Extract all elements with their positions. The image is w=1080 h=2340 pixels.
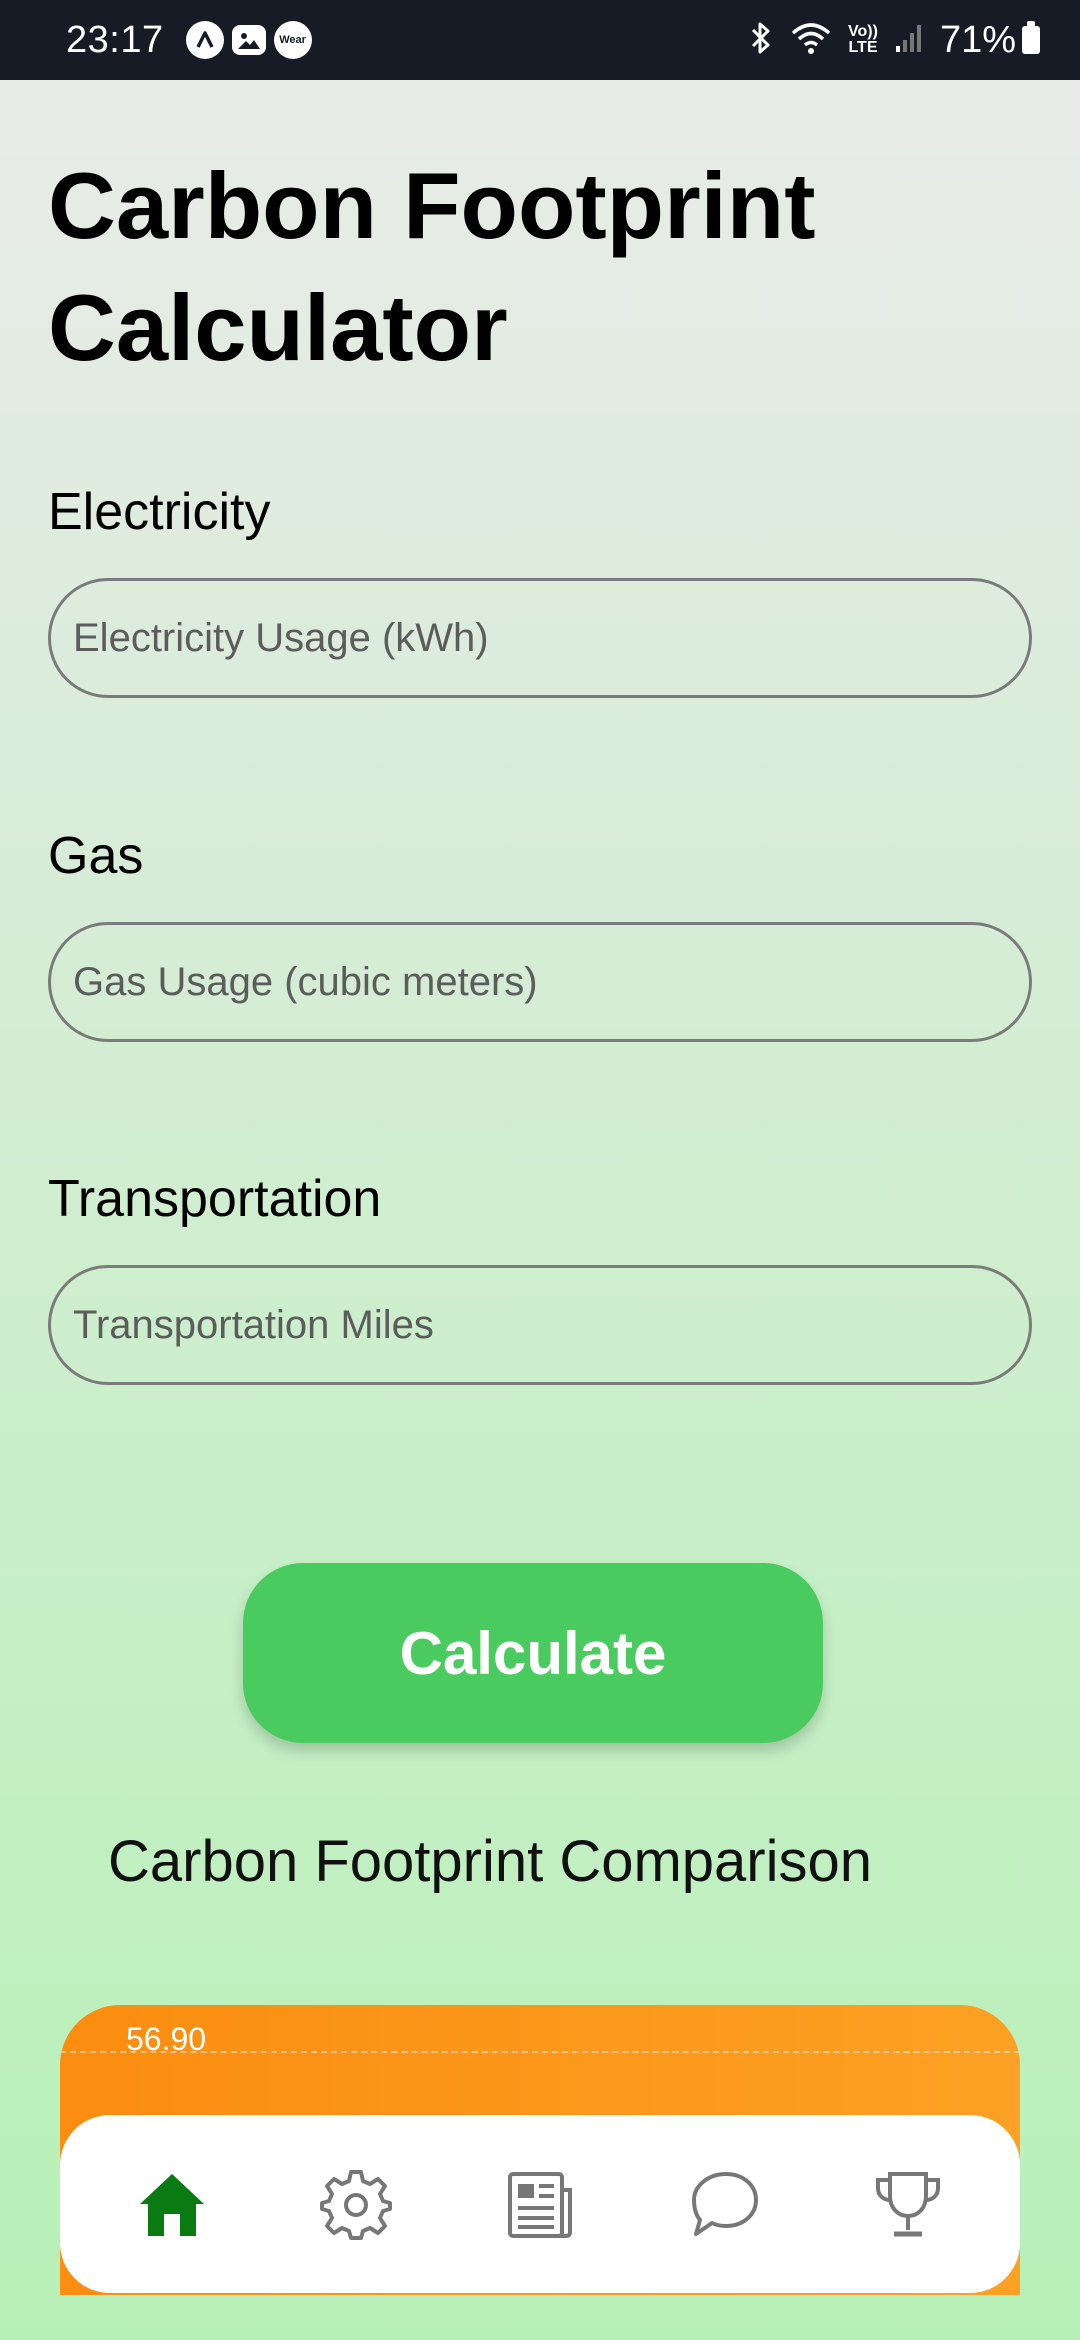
nav-home[interactable]	[112, 2144, 232, 2264]
battery-icon	[1022, 21, 1040, 54]
electricity-label: Electricity	[48, 483, 271, 541]
wear-label: Wear	[279, 34, 306, 46]
image-icon	[231, 25, 266, 55]
status-left: 23:17 Wear	[66, 19, 312, 62]
transportation-label: Transportation	[48, 1170, 382, 1228]
page-title: Carbon Footprint Calculator	[48, 153, 816, 380]
nav-chat[interactable]	[664, 2144, 784, 2264]
chat-icon	[692, 2172, 758, 2236]
transportation-input[interactable]	[48, 1265, 1032, 1385]
status-time: 23:17	[66, 18, 164, 61]
nav-settings[interactable]	[296, 2144, 416, 2264]
calculate-button[interactable]: Calculate	[243, 1563, 823, 1743]
chart-tick-label: 56.90	[126, 2021, 207, 2057]
status-right: Vo)) LTE 71%	[732, 19, 1040, 62]
electricity-input[interactable]	[48, 578, 1032, 698]
gas-label: Gas	[48, 827, 144, 885]
lte-icon: Vo)) LTE	[848, 24, 878, 56]
battery-percent: 71%	[939, 18, 1016, 61]
lte-label-bottom: LTE	[848, 39, 878, 56]
wear-icon: Wear	[273, 21, 312, 59]
home-icon	[140, 2174, 204, 2236]
wifi-icon	[790, 21, 832, 60]
trophy-icon	[876, 2172, 940, 2237]
bottom-nav	[60, 2115, 1020, 2293]
news-icon	[508, 2172, 572, 2238]
app-a-icon	[185, 21, 224, 59]
nav-trophy[interactable]	[848, 2144, 968, 2264]
gas-input[interactable]	[48, 922, 1032, 1042]
comparison-title: Carbon Footprint Comparison	[108, 1829, 873, 1894]
nav-news[interactable]	[480, 2144, 600, 2264]
signal-icon	[894, 22, 924, 59]
bluetooth-icon	[748, 21, 774, 60]
gear-icon	[320, 2170, 392, 2240]
lte-label-top: Vo))	[848, 23, 878, 40]
status-bar: 23:17 Wear Vo)) LTE 71%	[0, 0, 1080, 80]
